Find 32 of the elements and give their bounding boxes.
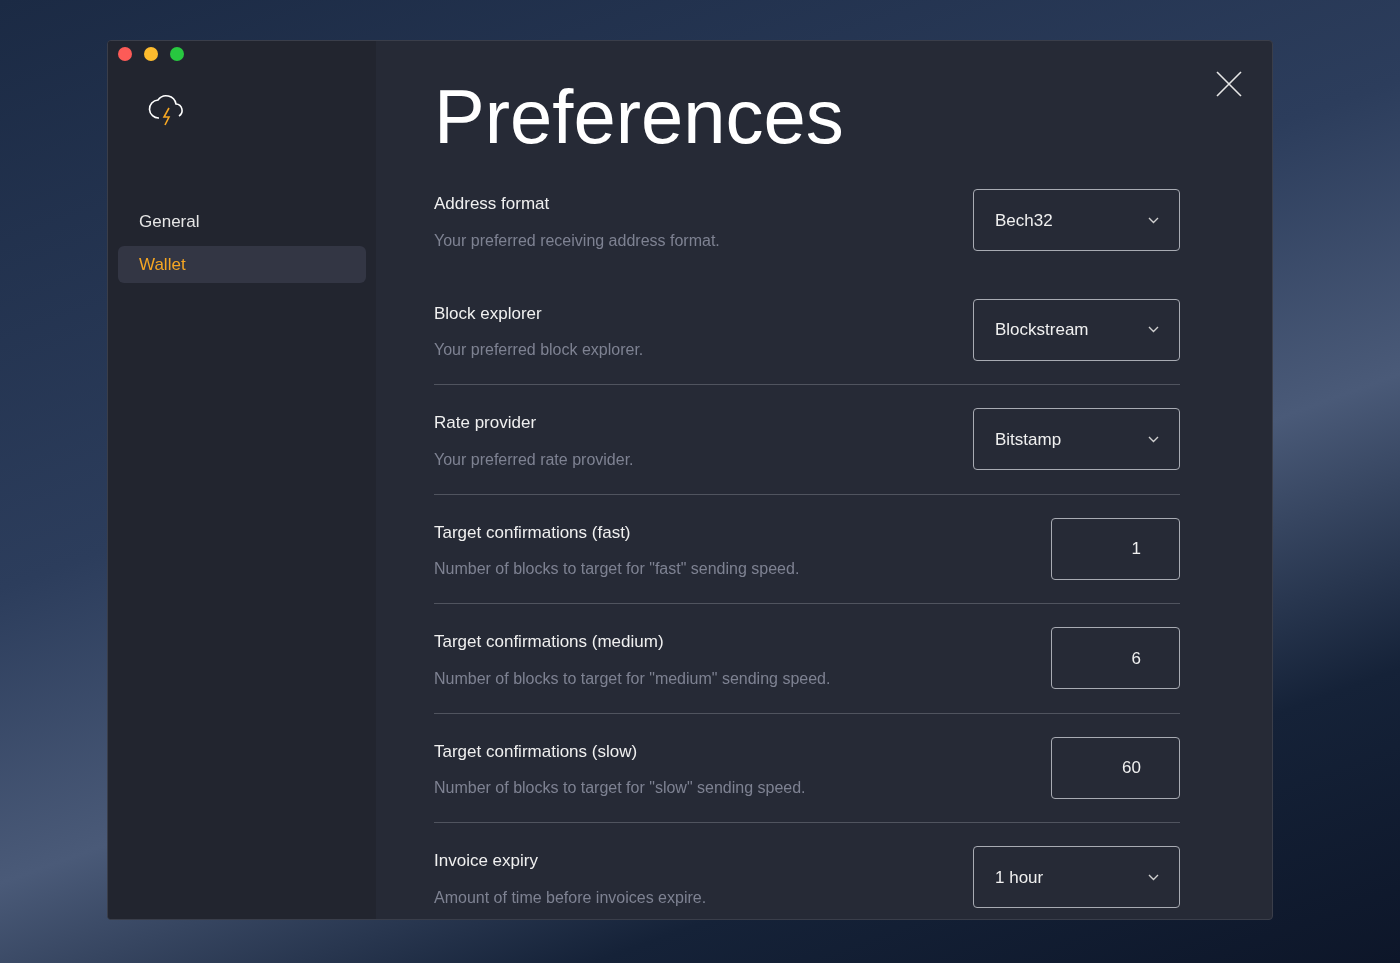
minimize-window-button[interactable]	[144, 47, 158, 61]
sidebar-item[interactable]: Wallet	[118, 246, 366, 283]
setting-label: Rate provider	[434, 412, 538, 434]
setting-description: Number of blocks to target for "slow" sending speed.	[434, 778, 806, 798]
number-input-field[interactable]: 6	[1051, 627, 1180, 690]
zoom-window-button[interactable]	[170, 47, 184, 61]
close-window-button[interactable]	[118, 47, 132, 61]
dropdown[interactable]: 1 hour	[973, 846, 1180, 909]
chevron-down-icon	[1148, 216, 1159, 224]
setting-description: Number of blocks to target for "medium" sending speed.	[434, 668, 831, 689]
number-input-field[interactable]: 60	[1051, 736, 1180, 799]
sidebar-item[interactable]: General	[118, 203, 366, 240]
setting-label: Target confirmations (slow)	[434, 740, 639, 763]
setting-label: Target confirmations (fast)	[434, 521, 632, 544]
setting-description: Your preferred receiving address format.	[434, 230, 720, 251]
dropdown[interactable]: Bitstamp	[973, 408, 1180, 471]
close-icon[interactable]	[1216, 71, 1242, 97]
number-input-field[interactable]: 1	[1051, 517, 1180, 580]
setting-description: Number of blocks to target for "fast" sending speed.	[434, 559, 800, 579]
setting-description: Amount of time before invoices expire.	[434, 887, 707, 908]
setting-label: Block explorer	[434, 302, 543, 325]
setting-label: Address format	[434, 193, 551, 215]
chevron-down-icon	[1148, 326, 1159, 334]
chevron-down-icon	[1148, 435, 1159, 443]
setting-description: Your preferred block explorer.	[434, 340, 644, 360]
setting-description: Your preferred rate provider.	[434, 449, 634, 470]
dropdown[interactable]: Bech32	[973, 189, 1180, 252]
setting-label: Invoice expiry	[434, 850, 539, 872]
setting-label: Target confirmations (medium)	[434, 631, 665, 653]
window-title: Preferences	[434, 79, 844, 155]
dropdown[interactable]: Blockstream	[973, 298, 1180, 361]
chevron-down-icon	[1148, 873, 1159, 881]
